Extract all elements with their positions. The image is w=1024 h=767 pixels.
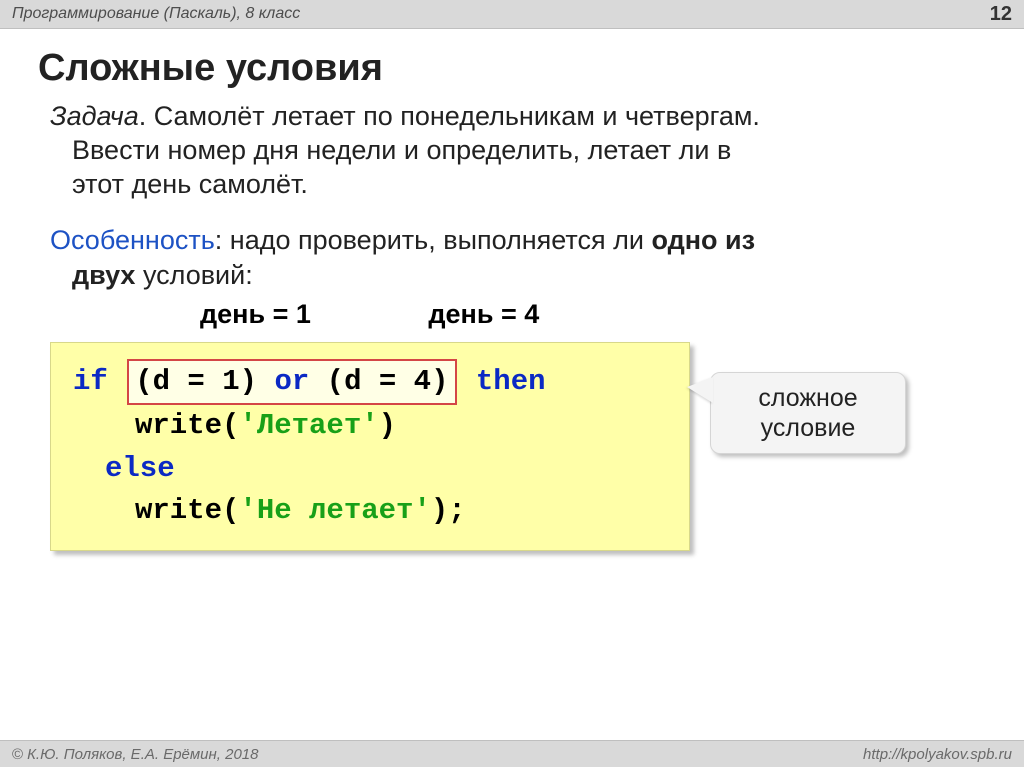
header-bar: Программирование (Паскаль), 8 класс 12 bbox=[0, 0, 1024, 29]
write1-b: ) bbox=[379, 409, 396, 442]
write1-a: write( bbox=[135, 409, 239, 442]
code-line-4: write('Не летает'); bbox=[73, 490, 667, 532]
write1-str: 'Летает' bbox=[239, 409, 378, 442]
feature-rest1: : надо проверить, выполняется ли bbox=[215, 225, 652, 255]
conditions-row: день = 1 день = 4 bbox=[200, 299, 994, 330]
page-number: 12 bbox=[990, 3, 1012, 26]
footer-copyright: ©К.Ю. Поляков, Е.А. Ерёмин, 2018 bbox=[12, 746, 258, 763]
kw-or: or bbox=[274, 365, 309, 398]
write2-str: 'Не летает' bbox=[239, 494, 430, 527]
callout: сложное условие bbox=[710, 372, 906, 454]
task-line3: этот день самолёт. bbox=[50, 168, 988, 202]
code-wrap: if (d = 1) or (d = 4) then write('Летает… bbox=[50, 342, 690, 550]
task-text: Задача. Самолёт летает по понедельникам … bbox=[50, 100, 988, 201]
write2-a: write( bbox=[135, 494, 239, 527]
task-label: Задача bbox=[50, 101, 139, 131]
slide-title: Сложные условия bbox=[38, 47, 994, 90]
callout-line1: сложное bbox=[758, 384, 857, 412]
code-line-3: else bbox=[73, 448, 667, 490]
cond-left: (d = 1) bbox=[135, 365, 274, 398]
kw-then: then bbox=[476, 365, 546, 398]
condition-highlight: (d = 1) or (d = 4) bbox=[127, 359, 456, 405]
code-box: if (d = 1) or (d = 4) then write('Летает… bbox=[50, 342, 690, 550]
task-line2: Ввести номер дня недели и определить, ле… bbox=[50, 134, 988, 168]
kw-else: else bbox=[105, 452, 175, 485]
feature-text: Особенность: надо проверить, выполняется… bbox=[50, 223, 988, 293]
feature-label: Особенность bbox=[50, 225, 215, 255]
task-line1: . Самолёт летает по понедельникам и четв… bbox=[139, 101, 760, 131]
slide: Программирование (Паскаль), 8 класс 12 С… bbox=[0, 0, 1024, 767]
condition-2: день = 4 bbox=[428, 299, 539, 329]
code-line-1: if (d = 1) or (d = 4) then bbox=[73, 359, 667, 405]
callout-line2: условие bbox=[761, 414, 856, 442]
condition-1: день = 1 bbox=[200, 299, 311, 329]
kw-if: if bbox=[73, 365, 108, 398]
copyright-icon: © bbox=[12, 746, 23, 763]
cond-right: (d = 4) bbox=[309, 365, 448, 398]
footer-authors: К.Ю. Поляков, Е.А. Ерёмин, 2018 bbox=[27, 746, 258, 763]
feature-bold2: двух bbox=[72, 260, 135, 290]
feature-rest2: условий: bbox=[135, 260, 252, 290]
feature-bold1: одно из bbox=[651, 225, 755, 255]
footer-url: http://kpolyakov.spb.ru bbox=[863, 746, 1012, 763]
header-title: Программирование (Паскаль), 8 класс bbox=[12, 5, 300, 23]
code-line-2: write('Летает') bbox=[73, 405, 667, 447]
write2-b: ); bbox=[431, 494, 466, 527]
footer-bar: ©К.Ю. Поляков, Е.А. Ерёмин, 2018 http://… bbox=[0, 740, 1024, 767]
content: Сложные условия Задача. Самолёт летает п… bbox=[0, 29, 1024, 551]
